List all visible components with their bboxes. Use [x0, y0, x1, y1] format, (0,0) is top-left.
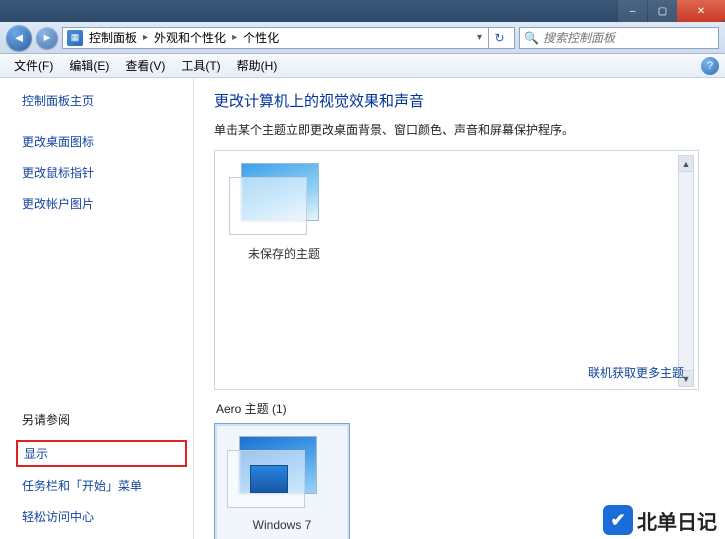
- theme-label: Windows 7: [227, 518, 337, 532]
- breadcrumb-root[interactable]: 控制面板: [89, 29, 137, 46]
- address-bar: ◄ ► ▦ 控制面板 ▸ 外观和个性化 ▸ 个性化 ▾ ↻ 🔍: [0, 22, 725, 54]
- content-pane: 更改计算机上的视觉效果和声音 单击某个主题立即更改桌面背景、窗口颜色、声音和屏幕…: [194, 78, 725, 539]
- sidebar-link-icons[interactable]: 更改桌面图标: [22, 133, 187, 150]
- theme-thumbnail: [229, 163, 329, 241]
- sidebar-link-account-pic[interactable]: 更改帐户图片: [22, 195, 187, 212]
- page-title: 更改计算机上的视觉效果和声音: [214, 90, 699, 111]
- maximize-button[interactable]: ▢: [647, 0, 677, 22]
- close-button[interactable]: ✕: [677, 0, 725, 22]
- sidebar-ease-link[interactable]: 轻松访问中心: [22, 508, 187, 525]
- breadcrumb-dropdown-icon[interactable]: ▾: [477, 32, 482, 43]
- search-box[interactable]: 🔍: [519, 27, 719, 49]
- breadcrumb-level1[interactable]: 外观和个性化: [154, 29, 226, 46]
- scrollbar[interactable]: ▲ ▼: [678, 155, 694, 387]
- page-subtitle: 单击某个主题立即更改桌面背景、窗口颜色、声音和屏幕保护程序。: [214, 121, 699, 138]
- themes-panel: ▲ ▼ 未保存的主题 联机获取更多主题: [214, 150, 699, 390]
- sidebar-taskbar-link[interactable]: 任务栏和「开始」菜单: [22, 477, 187, 494]
- watermark: ✔ 北单日记: [603, 505, 717, 535]
- sidebar-link-mouse[interactable]: 更改鼠标指针: [22, 164, 187, 181]
- theme-label: 未保存的主题: [229, 245, 339, 262]
- back-button[interactable]: ◄: [6, 25, 32, 51]
- theme-windows7[interactable]: Windows 7: [214, 423, 350, 539]
- menu-bar: 文件(F) 编辑(E) 查看(V) 工具(T) 帮助(H) ?: [0, 54, 725, 78]
- sidebar-home[interactable]: 控制面板主页: [22, 92, 187, 109]
- chevron-right-icon: ▸: [232, 32, 237, 43]
- control-panel-icon: ▦: [67, 30, 83, 46]
- help-icon[interactable]: ?: [701, 57, 719, 75]
- sidebar-display-link[interactable]: 显示: [16, 440, 187, 467]
- chevron-right-icon: ▸: [143, 32, 148, 43]
- minimize-button[interactable]: –: [617, 0, 647, 22]
- menu-view[interactable]: 查看(V): [117, 55, 173, 76]
- scroll-up-icon[interactable]: ▲: [679, 156, 693, 172]
- menu-tools[interactable]: 工具(T): [173, 55, 228, 76]
- window-titlebar: – ▢ ✕: [0, 0, 725, 22]
- menu-edit[interactable]: 编辑(E): [61, 55, 117, 76]
- sidebar: 控制面板主页 更改桌面图标 更改鼠标指针 更改帐户图片 另请参阅 显示 任务栏和…: [0, 78, 193, 539]
- refresh-button[interactable]: ↻: [488, 27, 510, 49]
- watermark-icon: ✔: [603, 505, 633, 535]
- menu-file[interactable]: 文件(F): [6, 55, 61, 76]
- aero-section-title: Aero 主题 (1): [216, 400, 699, 417]
- breadcrumb-level2[interactable]: 个性化: [243, 29, 279, 46]
- theme-unsaved[interactable]: 未保存的主题: [229, 163, 339, 262]
- more-themes-link[interactable]: 联机获取更多主题: [588, 364, 684, 381]
- search-input[interactable]: [543, 31, 714, 45]
- menu-help[interactable]: 帮助(H): [229, 55, 286, 76]
- breadcrumb[interactable]: ▦ 控制面板 ▸ 外观和个性化 ▸ 个性化 ▾ ↻: [62, 27, 515, 49]
- search-icon: 🔍: [524, 31, 539, 45]
- forward-button[interactable]: ►: [36, 27, 58, 49]
- sidebar-see-also: 另请参阅: [22, 411, 187, 428]
- main-area: 控制面板主页 更改桌面图标 更改鼠标指针 更改帐户图片 另请参阅 显示 任务栏和…: [0, 78, 725, 539]
- theme-thumbnail: [227, 436, 327, 514]
